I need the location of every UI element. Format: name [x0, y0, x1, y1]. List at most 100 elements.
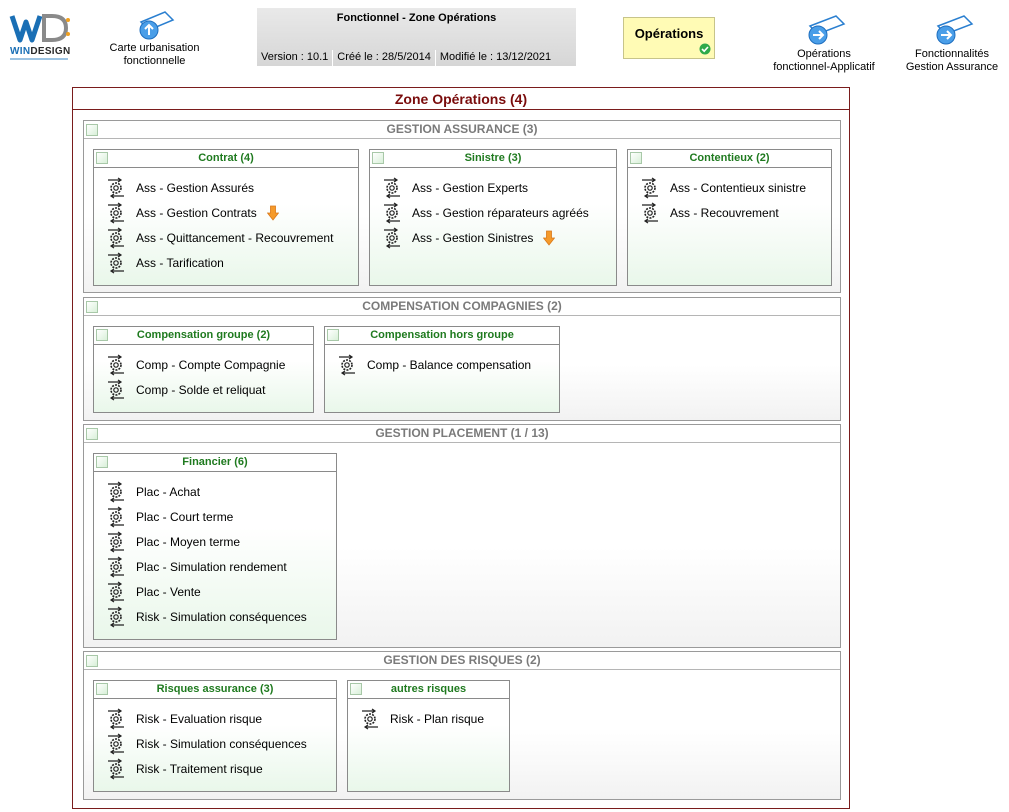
- process-gear-icon: [384, 177, 400, 199]
- list-item[interactable]: Comp - Compte Compagnie: [106, 354, 285, 376]
- list-item[interactable]: Ass - Quittancement - Recouvrement: [106, 227, 333, 249]
- item-label: Plac - Simulation rendement: [136, 560, 287, 574]
- section-title: COMPENSATION COMPAGNIES (2): [84, 298, 840, 316]
- box-title: Compensation groupe (2): [94, 327, 313, 345]
- list-item[interactable]: Risk - Plan risque: [360, 708, 484, 730]
- nav-operations-label: Opérations fonctionnel-Applicatif: [773, 48, 875, 73]
- modified-date: Modifié le : 13/12/2021: [439, 51, 552, 63]
- list-item[interactable]: Plac - Achat: [106, 481, 200, 503]
- list-item[interactable]: Risk - Simulation conséquences: [106, 733, 307, 755]
- list-item[interactable]: Plac - Moyen terme: [106, 531, 240, 553]
- box-title: Risques assurance (3): [94, 681, 336, 699]
- list-item[interactable]: Ass - Gestion Experts: [382, 177, 528, 199]
- logo-underline: [10, 58, 68, 60]
- item-label: Comp - Compte Compagnie: [136, 358, 286, 372]
- process-gear-icon: [108, 252, 124, 274]
- box-financier: Financier (6) Plac - Achat Plac - Court …: [93, 453, 337, 640]
- process-gear-icon: [108, 177, 124, 199]
- section-gestion-placement: GESTION PLACEMENT (1 / 13) Financier (6)…: [83, 424, 841, 648]
- process-gear-icon: [339, 354, 355, 376]
- list-item[interactable]: Risk - Evaluation risque: [106, 708, 262, 730]
- box-title: autres risques: [348, 681, 509, 699]
- box-autres-risques: autres risques Risk - Plan risque: [347, 680, 510, 792]
- box-compensation-groupe: Compensation groupe (2) Comp - Compte Co…: [93, 326, 314, 413]
- process-gear-icon: [108, 531, 124, 553]
- process-gear-icon: [384, 202, 400, 224]
- version-label: Version : 10.1: [257, 50, 334, 66]
- list-item[interactable]: Ass - Tarification: [106, 252, 224, 274]
- nav-carte-urbanisation[interactable]: Carte urbanisation fonctionnelle: [102, 10, 207, 68]
- diagram-title: Fonctionnel - Zone Opérations: [336, 12, 497, 24]
- created-date: Créé le : 28/5/2014: [333, 50, 436, 66]
- list-item[interactable]: Risk - Simulation conséquences: [106, 606, 307, 628]
- item-label: Ass - Gestion réparateurs agréés: [412, 206, 589, 220]
- process-gear-icon: [108, 202, 124, 224]
- process-gear-icon: [108, 606, 124, 628]
- item-label: Ass - Recouvrement: [670, 206, 779, 220]
- section-title: GESTION PLACEMENT (1 / 13): [84, 425, 840, 443]
- down-arrow-icon[interactable]: [543, 230, 556, 246]
- zone-operations: Zone Opérations (4) GESTION ASSURANCE (3…: [72, 87, 850, 809]
- section-title: GESTION ASSURANCE (3): [84, 121, 840, 139]
- list-item[interactable]: Ass - Contentieux sinistre: [640, 177, 806, 199]
- box-contentieux: Contentieux (2) Ass - Contentieux sinist…: [627, 149, 832, 286]
- nav-operations-applicatif[interactable]: Opérations fonctionnel-Applicatif: [768, 14, 880, 74]
- nav-right-arrow-icon: [808, 15, 846, 45]
- list-item[interactable]: Ass - Recouvrement: [640, 202, 779, 224]
- list-item[interactable]: Comp - Balance compensation: [337, 354, 531, 376]
- list-item[interactable]: Ass - Gestion réparateurs agréés: [382, 202, 589, 224]
- list-item[interactable]: Plac - Simulation rendement: [106, 556, 287, 578]
- item-label: Risk - Simulation conséquences: [136, 737, 307, 751]
- process-gear-icon: [642, 202, 658, 224]
- process-gear-icon: [108, 733, 124, 755]
- check-icon: [699, 43, 711, 55]
- box-risques-assurance: Risques assurance (3) Risk - Evaluation …: [93, 680, 337, 792]
- nav-fonctionnalites[interactable]: Fonctionnalités Gestion Assurance: [898, 14, 1006, 74]
- process-gear-icon: [108, 379, 124, 401]
- list-item[interactable]: Risk - Traitement risque: [106, 758, 263, 780]
- list-item[interactable]: Comp - Solde et reliquat: [106, 379, 265, 401]
- process-gear-icon: [108, 581, 124, 603]
- box-title: Compensation hors groupe: [325, 327, 559, 345]
- status-label: Opérations: [634, 26, 704, 41]
- item-label: Ass - Contentieux sinistre: [670, 181, 807, 195]
- item-label: Risk - Evaluation risque: [136, 712, 263, 726]
- item-label: Risk - Traitement risque: [136, 762, 263, 776]
- item-label: Comp - Solde et reliquat: [136, 383, 266, 397]
- list-item[interactable]: Plac - Court terme: [106, 506, 233, 528]
- item-label: Ass - Gestion Experts: [412, 181, 529, 195]
- box-compensation-hors-groupe: Compensation hors groupe Comp - Balance …: [324, 326, 560, 413]
- item-label: Ass - Gestion Assurés: [136, 181, 255, 195]
- process-gear-icon: [108, 758, 124, 780]
- item-label: Plac - Moyen terme: [136, 535, 241, 549]
- logo-text-design: DESIGN: [30, 46, 71, 57]
- item-label: Plac - Court terme: [136, 510, 234, 524]
- diagram-header: Fonctionnel - Zone Opérations Version : …: [257, 8, 576, 66]
- list-item[interactable]: Ass - Gestion Contrats: [106, 202, 279, 224]
- box-title: Sinistre (3): [370, 150, 616, 168]
- item-label: Comp - Balance compensation: [367, 358, 532, 372]
- box-title: Financier (6): [94, 454, 336, 472]
- item-label: Risk - Plan risque: [390, 712, 485, 726]
- process-gear-icon: [384, 227, 400, 249]
- status-badge[interactable]: Opérations: [623, 17, 715, 59]
- section-compensation-compagnies: COMPENSATION COMPAGNIES (2) Compensation…: [83, 297, 841, 421]
- nav-carte-label: Carte urbanisation fonctionnelle: [109, 42, 200, 67]
- process-gear-icon: [642, 177, 658, 199]
- section-gestion-assurance: GESTION ASSURANCE (3) Contrat (4) Ass - …: [83, 120, 841, 293]
- windesign-logo: WINDESIGN: [8, 10, 70, 64]
- item-label: Ass - Gestion Contrats: [136, 206, 257, 220]
- item-label: Risk - Simulation conséquences: [136, 610, 307, 624]
- item-label: Plac - Achat: [136, 485, 201, 499]
- windesign-logo-mark: [9, 14, 70, 43]
- list-item[interactable]: Ass - Gestion Assurés: [106, 177, 254, 199]
- item-label: Ass - Gestion Sinistres: [412, 231, 534, 245]
- process-gear-icon: [108, 556, 124, 578]
- nav-fonctionnalites-label: Fonctionnalités Gestion Assurance: [905, 48, 999, 73]
- process-gear-icon: [108, 227, 124, 249]
- down-arrow-icon[interactable]: [266, 205, 279, 221]
- list-item[interactable]: Ass - Gestion Sinistres: [382, 227, 556, 249]
- list-item[interactable]: Plac - Vente: [106, 581, 201, 603]
- item-label: Ass - Quittancement - Recouvrement: [136, 231, 334, 245]
- zone-title: Zone Opérations (4): [73, 88, 849, 110]
